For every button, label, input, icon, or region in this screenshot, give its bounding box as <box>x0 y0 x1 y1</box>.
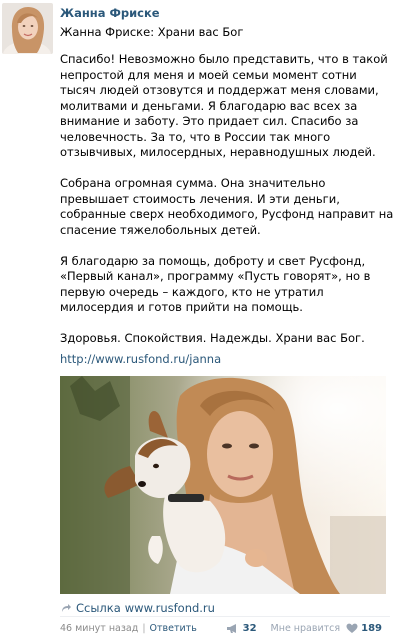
attachment-link[interactable]: Ссылка www.rusfond.ru <box>60 601 215 615</box>
attachment-url[interactable]: www.rusfond.ru <box>125 601 215 615</box>
post-paragraph: Здоровья. Спокойствия. Надежды. Храни ва… <box>60 331 365 345</box>
post-paragraph: Собрана огромная сумма. Она значительно … <box>60 176 394 237</box>
footer-separator: | <box>142 622 146 634</box>
post-paragraph: Я благодарю за помощь, доброту и свет Ру… <box>60 253 371 315</box>
wall-post: Жанна Фриске Жанна Фриске: Храни вас Бог… <box>0 0 402 640</box>
share-count: 32 <box>242 622 257 634</box>
like-button[interactable]: Мне нравится 189 <box>257 623 382 634</box>
post-actions: 32 Мне нравится 189 <box>226 623 382 634</box>
like-label: Мне нравится <box>270 622 341 634</box>
share-button[interactable]: 32 <box>226 623 257 634</box>
reply-link[interactable]: Ответить <box>150 623 197 634</box>
share-arrow-icon <box>62 604 71 612</box>
post-paragraph: Спасибо! Невозможно было представить, чт… <box>60 52 388 159</box>
divider <box>60 616 390 617</box>
heart-icon <box>346 623 358 633</box>
like-count: 189 <box>361 622 382 634</box>
author-name-link[interactable]: Жанна Фриске <box>60 6 160 20</box>
post-title: Жанна Фриске: Храни вас Бог <box>60 25 244 39</box>
post-photo[interactable] <box>60 376 386 594</box>
post-time[interactable]: 46 минут назад <box>60 623 138 634</box>
avatar[interactable] <box>2 3 53 54</box>
post-link[interactable]: http://www.rusfond.ru/janna <box>60 352 221 366</box>
post-footer: 46 минут назад | Ответить 32 Мне нравитс… <box>60 621 382 635</box>
post-text: Спасибо! Невозможно было представить, чт… <box>60 52 396 362</box>
attachment-label: Ссылка <box>76 601 121 615</box>
megaphone-icon <box>226 623 236 633</box>
